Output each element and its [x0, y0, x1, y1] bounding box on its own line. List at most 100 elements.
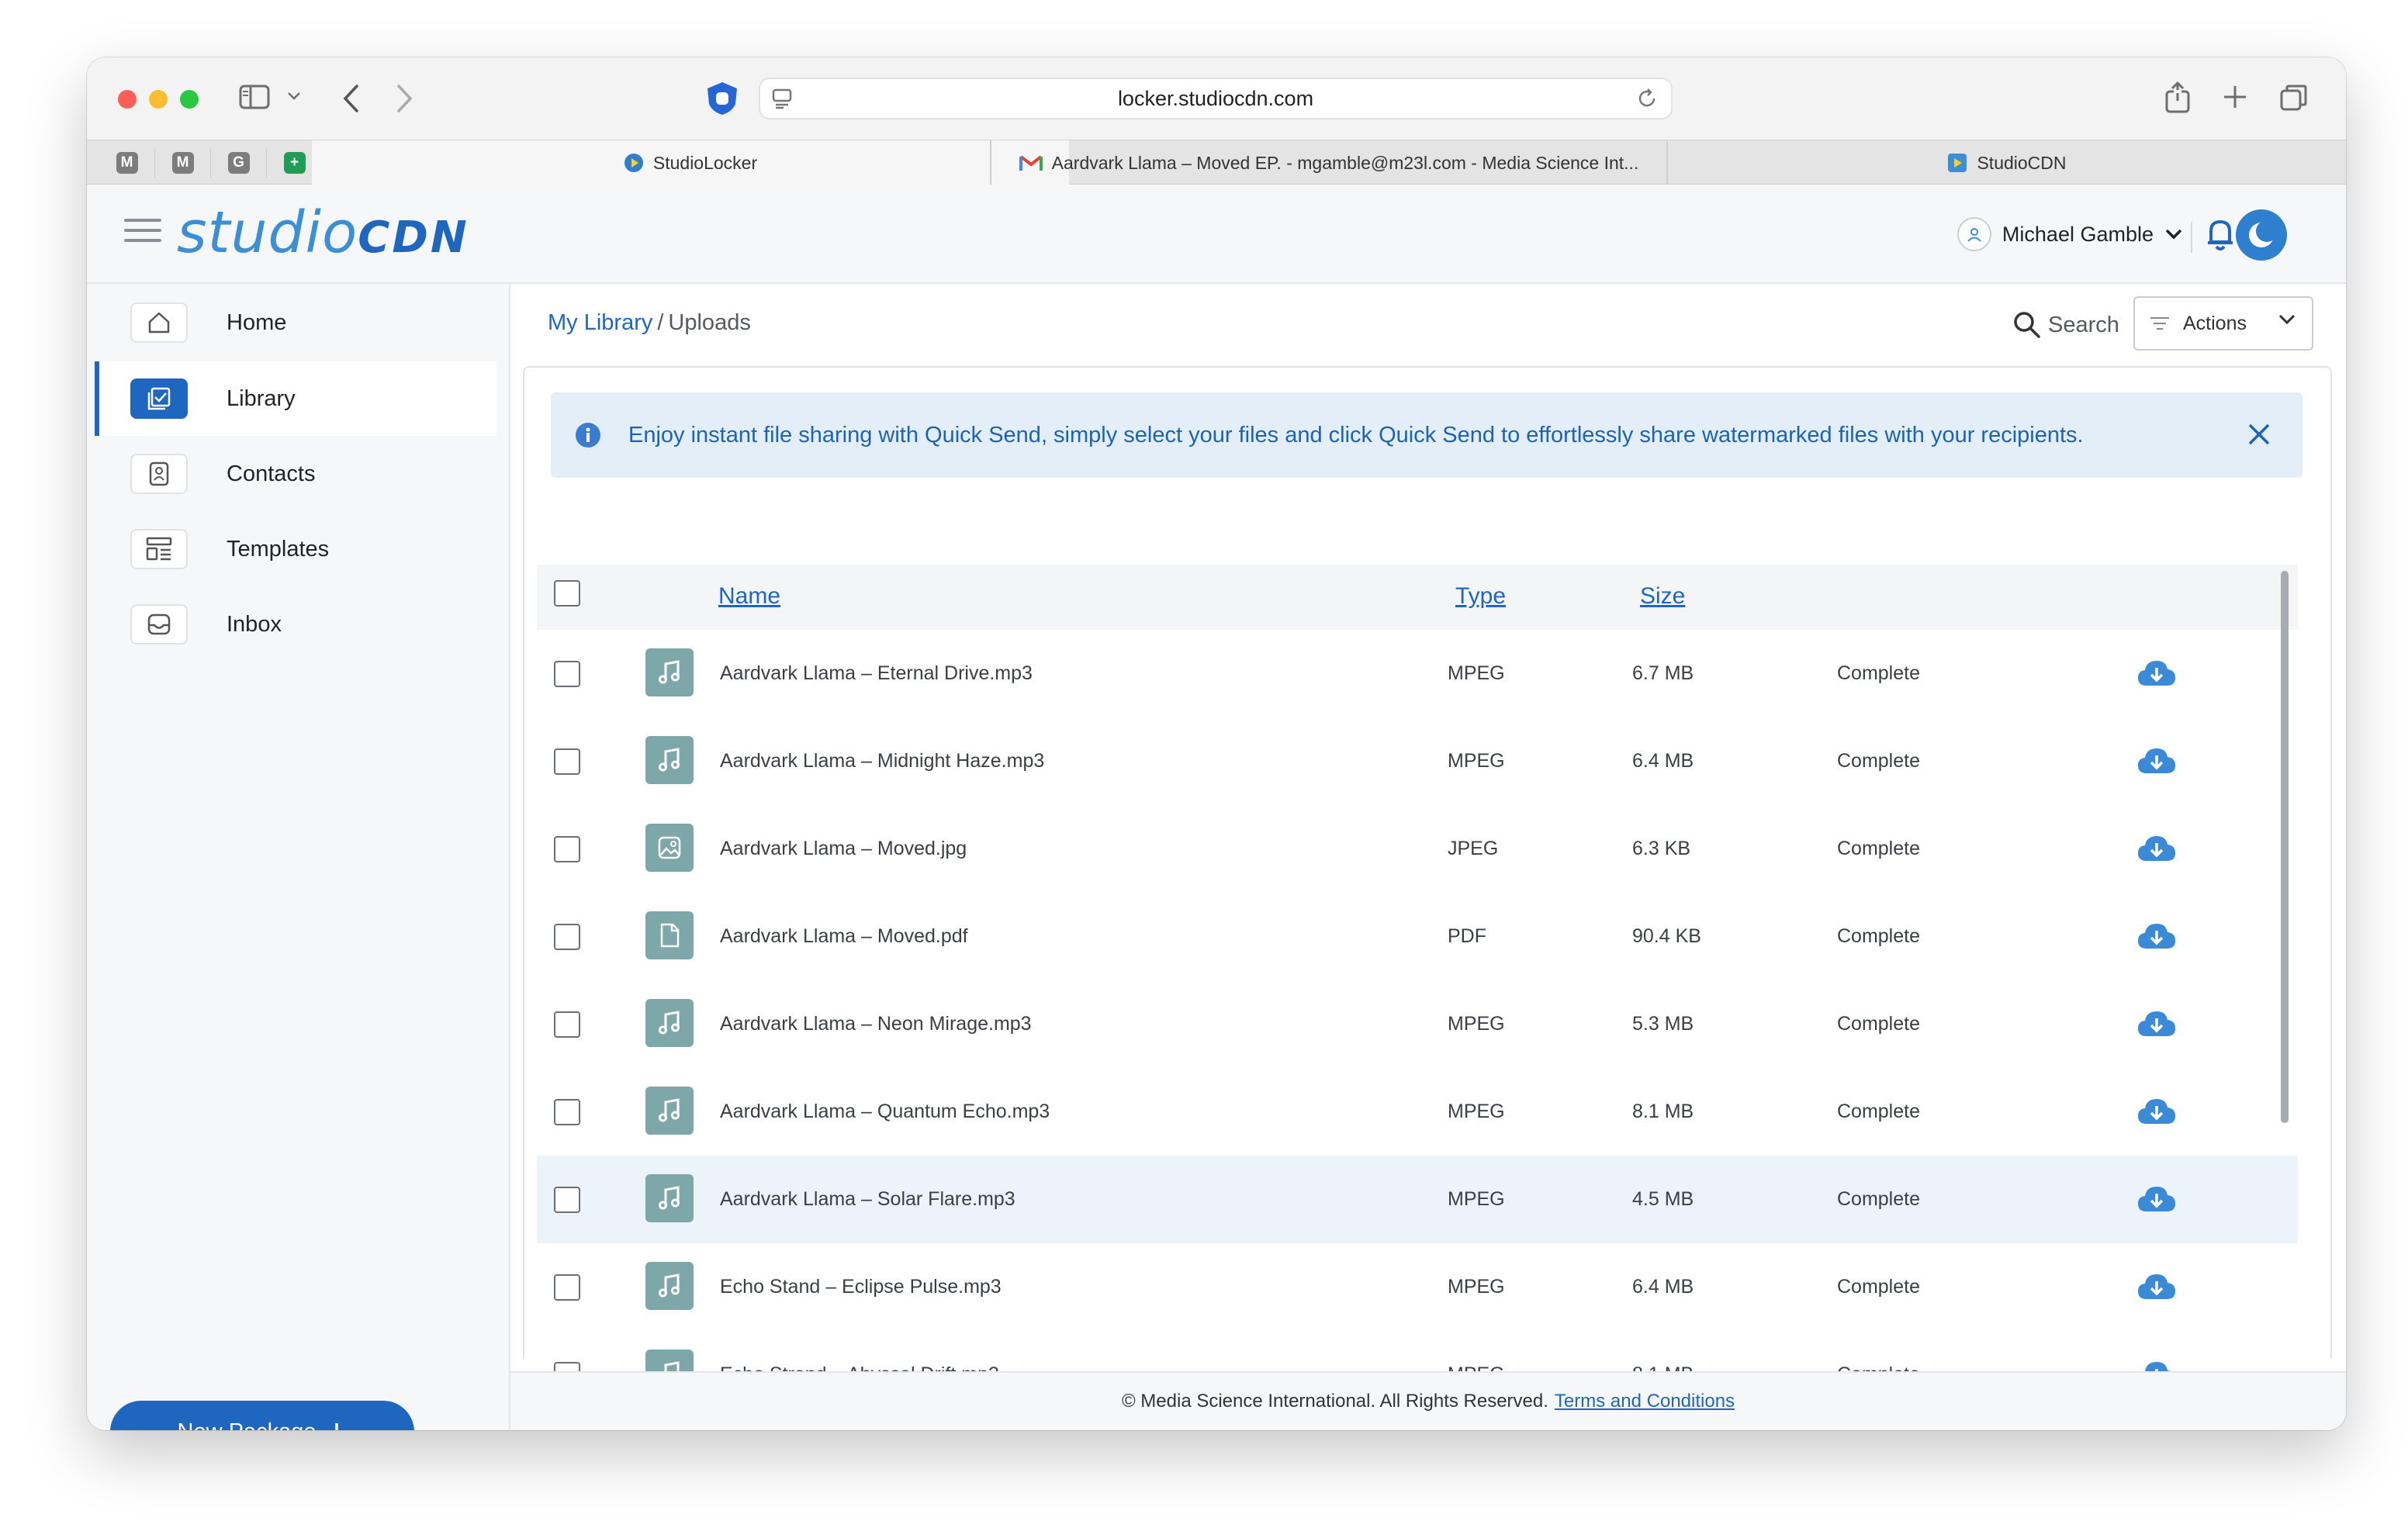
- minimize-window-button[interactable]: [149, 90, 168, 109]
- sidebar-item-templates[interactable]: Templates: [95, 512, 496, 586]
- pinned-tab-google[interactable]: G: [211, 148, 267, 178]
- search-button[interactable]: Search: [2012, 310, 2119, 340]
- tab-gmail[interactable]: Aardvark Llama – Moved EP. - mgamble@m23…: [991, 140, 1666, 185]
- home-icon: [130, 302, 188, 343]
- breadcrumb-current: Uploads: [668, 310, 751, 335]
- file-name[interactable]: Aardvark Llama – Midnight Haze.mp3: [720, 750, 1044, 772]
- page-footer: © Media Science International. All Right…: [510, 1371, 2346, 1430]
- file-name[interactable]: Aardvark Llama – Neon Mirage.mp3: [720, 1013, 1032, 1035]
- library-icon: [130, 378, 188, 419]
- upload-status: Complete: [1837, 838, 1920, 859]
- download-cloud-icon[interactable]: [2136, 1271, 2177, 1308]
- sidebar-item-inbox[interactable]: Inbox: [95, 587, 496, 662]
- terms-link[interactable]: Terms and Conditions: [1555, 1391, 1735, 1412]
- sidebar-item-library[interactable]: Library: [95, 361, 496, 436]
- file-size: 4.5 MB: [1632, 1188, 1694, 1210]
- row-checkbox[interactable]: [554, 1187, 580, 1213]
- user-avatar-icon: [1956, 217, 1991, 251]
- search-label: Search: [2048, 312, 2119, 337]
- table-row[interactable]: Echo Stand – Eclipse Pulse.mp3 MPEG 6.4 MB…: [537, 1243, 2298, 1331]
- table-row[interactable]: Aardvark Llama – Eternal Drive.mp3 MPEG 6.…: [537, 630, 2298, 717]
- select-all-checkbox[interactable]: [554, 580, 580, 607]
- chevron-down-icon: [2278, 314, 2296, 325]
- sidebar-item-contacts[interactable]: Contacts: [95, 437, 496, 511]
- file-name[interactable]: Aardvark Llama – Solar Flare.mp3: [720, 1188, 1015, 1211]
- download-cloud-icon[interactable]: [2136, 1008, 2177, 1045]
- sidebar-item-label: Home: [227, 309, 287, 335]
- audio-file-icon: [645, 648, 694, 696]
- sidebar-item-label: Templates: [227, 536, 330, 562]
- privacy-hand-icon[interactable]: [704, 81, 740, 116]
- download-cloud-icon[interactable]: [2136, 1096, 2177, 1132]
- close-window-button[interactable]: [118, 90, 137, 109]
- row-checkbox[interactable]: [554, 661, 580, 687]
- column-header-type[interactable]: Type: [1455, 583, 1506, 610]
- row-checkbox[interactable]: [554, 924, 580, 950]
- table-row[interactable]: Aardvark Llama – Moved.jpg JPEG 6.3 KB Comp…: [537, 805, 2298, 893]
- share-icon[interactable]: [2164, 81, 2191, 113]
- address-bar[interactable]: locker.studiocdn.com: [759, 78, 1673, 119]
- file-name[interactable]: Aardvark Llama – Quantum Echo.mp3: [720, 1101, 1050, 1123]
- app-header: studioCDN Michael Gamble: [87, 185, 2346, 284]
- tab-studiolocker[interactable]: StudioLocker: [312, 140, 1069, 185]
- sidebar-item-home[interactable]: Home: [95, 285, 496, 360]
- tab-overview-icon[interactable]: [2279, 84, 2309, 113]
- table-scrollbar[interactable]: [2281, 571, 2289, 1123]
- file-name[interactable]: Aardvark Llama – Eternal Drive.mp3: [720, 662, 1033, 685]
- page-settings-icon[interactable]: [771, 87, 794, 116]
- upload-status: Complete: [1837, 1101, 1920, 1122]
- table-row[interactable]: Aardvark Llama – Quantum Echo.mp3 MPEG 8.1…: [537, 1068, 2298, 1156]
- row-checkbox[interactable]: [554, 1011, 580, 1038]
- table-row[interactable]: Aardvark Llama – Solar Flare.mp3 MPEG 4.5 …: [537, 1156, 2298, 1243]
- audio-file-icon: [645, 1087, 694, 1135]
- notification-bell-icon[interactable]: [2205, 216, 2236, 257]
- forward-icon[interactable]: [396, 84, 414, 113]
- file-type: JPEG: [1448, 838, 1499, 859]
- sidebar-toggle-icon[interactable]: [239, 84, 272, 110]
- row-checkbox[interactable]: [554, 748, 580, 775]
- breadcrumb-my-library[interactable]: My Library: [548, 310, 652, 336]
- column-header-name[interactable]: Name: [718, 583, 780, 610]
- gmail-favicon: [1019, 155, 1043, 171]
- file-size: 6.4 MB: [1632, 1276, 1694, 1298]
- chevron-down-icon[interactable]: [287, 92, 301, 101]
- hamburger-menu-icon[interactable]: [124, 219, 161, 249]
- download-cloud-icon[interactable]: [2136, 921, 2177, 957]
- file-name[interactable]: Aardvark Llama – Moved.pdf: [720, 925, 968, 948]
- pinned-tab-gmail-1[interactable]: M: [99, 148, 155, 178]
- row-checkbox[interactable]: [554, 1099, 580, 1125]
- download-cloud-icon[interactable]: [2136, 658, 2177, 694]
- new-tab-icon[interactable]: [2222, 84, 2248, 110]
- theme-toggle-moon-icon[interactable]: [2236, 209, 2287, 261]
- maximize-window-button[interactable]: [180, 90, 199, 109]
- table-row[interactable]: Aardvark Llama – Midnight Haze.mp3 MPEG 6.…: [537, 717, 2298, 805]
- user-menu[interactable]: Michael Gamble: [1956, 217, 2183, 251]
- back-icon[interactable]: [341, 84, 360, 113]
- download-cloud-icon[interactable]: [2136, 1184, 2177, 1220]
- google-pinned-icon: G: [227, 152, 250, 174]
- logo-text-cdn: CDN: [358, 213, 469, 263]
- studiocdn-logo[interactable]: studioCDN: [177, 202, 469, 269]
- row-checkbox[interactable]: [554, 836, 580, 862]
- document-file-icon: [645, 911, 694, 959]
- sidebar-item-label: Library: [227, 385, 296, 411]
- row-checkbox[interactable]: [554, 1274, 580, 1301]
- column-header-size[interactable]: Size: [1640, 583, 1685, 610]
- tab-label: StudioLocker: [652, 152, 758, 173]
- actions-dropdown[interactable]: Actions: [2133, 296, 2313, 351]
- reload-icon[interactable]: [1635, 87, 1659, 116]
- search-icon: [2014, 312, 2040, 338]
- sheets-pinned-icon: +: [283, 152, 306, 174]
- download-cloud-icon[interactable]: [2136, 833, 2177, 869]
- pinned-tab-gmail-2[interactable]: M: [155, 148, 211, 178]
- file-name[interactable]: Aardvark Llama – Moved.jpg: [720, 838, 967, 860]
- tab-studiocdn[interactable]: StudioCDN: [1668, 140, 2346, 185]
- file-name[interactable]: Echo Stand – Eclipse Pulse.mp3: [720, 1276, 1002, 1298]
- new-package-button[interactable]: New Package: [110, 1401, 414, 1430]
- file-size: 6.3 KB: [1632, 838, 1691, 859]
- url-text[interactable]: locker.studiocdn.com: [1118, 87, 1313, 111]
- table-row[interactable]: Aardvark Llama – Moved.pdf PDF 90.4 KB Comp…: [537, 893, 2298, 980]
- close-banner-icon[interactable]: [2247, 422, 2271, 453]
- download-cloud-icon[interactable]: [2136, 745, 2177, 782]
- table-row[interactable]: Aardvark Llama – Neon Mirage.mp3 MPEG 5.3 …: [537, 980, 2298, 1068]
